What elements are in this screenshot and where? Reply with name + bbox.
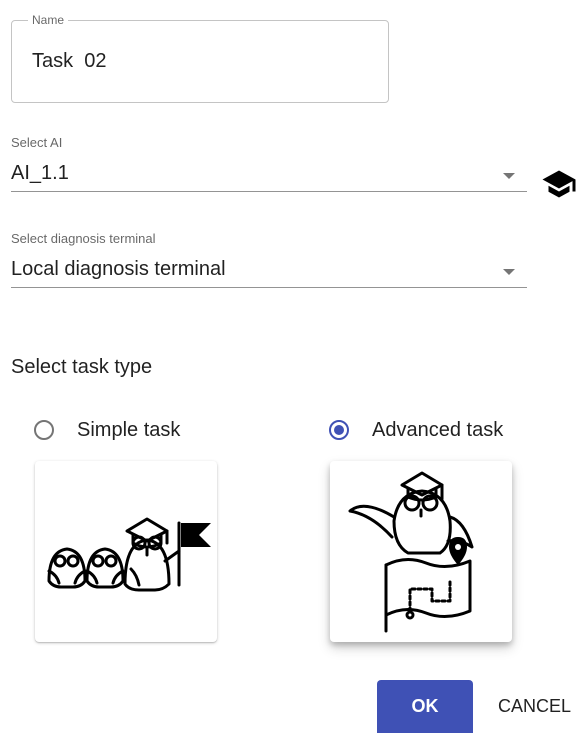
simple-task-radio[interactable]: Simple task — [34, 414, 180, 446]
select-ai-dropdown[interactable]: AI_1.1 — [11, 160, 527, 192]
advanced-task-label: Advanced task — [372, 418, 504, 441]
select-diagnosis-label: Select diagnosis terminal — [11, 231, 156, 246]
select-diagnosis-dropdown[interactable]: Local diagnosis terminal — [11, 256, 527, 288]
name-input[interactable]: Task 02 — [32, 50, 106, 73]
radio-checked-icon[interactable] — [329, 420, 349, 440]
cancel-button[interactable]: CANCEL — [492, 680, 588, 733]
chevron-down-icon — [503, 269, 515, 275]
name-field-label: Name — [28, 13, 69, 27]
select-ai-value: AI_1.1 — [11, 162, 69, 184]
task-type-title: Select task type — [11, 356, 153, 378]
graduation-cap-icon[interactable] — [541, 166, 577, 202]
owl-with-map-illustration — [348, 471, 474, 633]
advanced-task-card[interactable] — [330, 461, 512, 642]
simple-task-label: Simple task — [77, 418, 181, 441]
select-diagnosis-value: Local diagnosis terminal — [11, 258, 226, 280]
owls-with-flag-illustration — [47, 517, 211, 592]
simple-task-card[interactable] — [35, 461, 217, 642]
advanced-task-radio[interactable]: Advanced task — [329, 414, 503, 446]
chevron-down-icon — [503, 173, 515, 179]
ok-button[interactable]: OK — [377, 680, 473, 733]
name-field[interactable]: Name Task 02 — [11, 13, 389, 103]
select-ai-label: Select AI — [11, 135, 63, 150]
radio-unchecked-icon[interactable] — [34, 420, 54, 440]
